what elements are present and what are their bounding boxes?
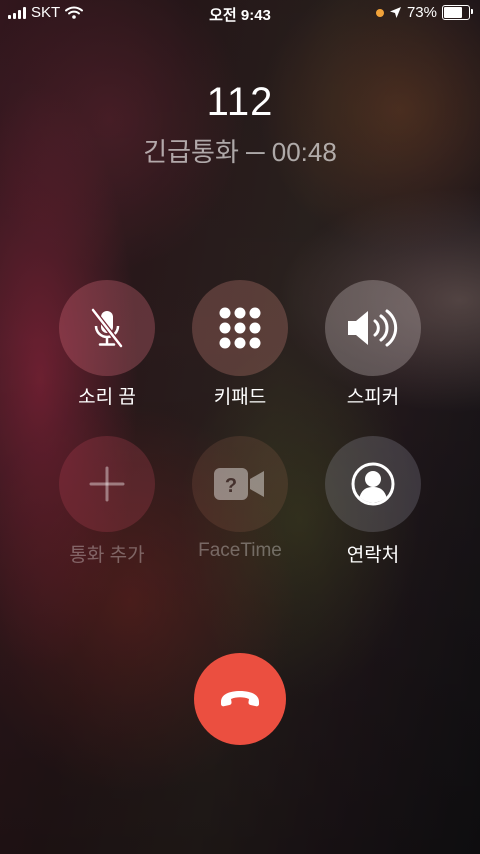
location-arrow-icon	[389, 6, 402, 19]
speaker-label: 스피커	[346, 387, 400, 408]
status-bar: SKT 오전 9:43 73%	[0, 0, 480, 26]
speaker-button[interactable]	[325, 280, 421, 376]
plus-icon	[87, 464, 127, 504]
phone-down-icon	[218, 689, 262, 709]
contacts-label: 연락처	[346, 545, 400, 566]
keypad-label: 키패드	[213, 387, 267, 408]
add-call-label: 통화 추가	[69, 545, 145, 566]
call-status: 긴급통화 ─ 00:48	[143, 137, 337, 167]
svg-text:?: ?	[225, 475, 237, 497]
facetime-icon: ?	[212, 466, 268, 502]
speaker-icon	[344, 306, 402, 350]
battery-percent: 73%	[406, 4, 437, 21]
status-right: 73%	[375, 4, 473, 21]
end-call-button[interactable]	[194, 653, 286, 745]
mute-button[interactable]	[59, 280, 155, 376]
add-call-button[interactable]	[59, 436, 155, 532]
contact-icon	[350, 461, 396, 507]
mic-slash-icon	[87, 306, 127, 350]
facetime-button[interactable]: ?	[192, 436, 288, 532]
battery-icon	[442, 5, 473, 20]
facetime-label: FaceTime	[198, 540, 282, 561]
keypad-icon	[218, 306, 262, 350]
mute-label: 소리 끔	[78, 387, 136, 408]
caller-number: 112	[206, 80, 274, 124]
battery-fill	[444, 7, 462, 18]
mic-in-use-indicator	[375, 8, 384, 17]
contacts-button[interactable]	[325, 436, 421, 532]
keypad-button[interactable]	[192, 280, 288, 376]
